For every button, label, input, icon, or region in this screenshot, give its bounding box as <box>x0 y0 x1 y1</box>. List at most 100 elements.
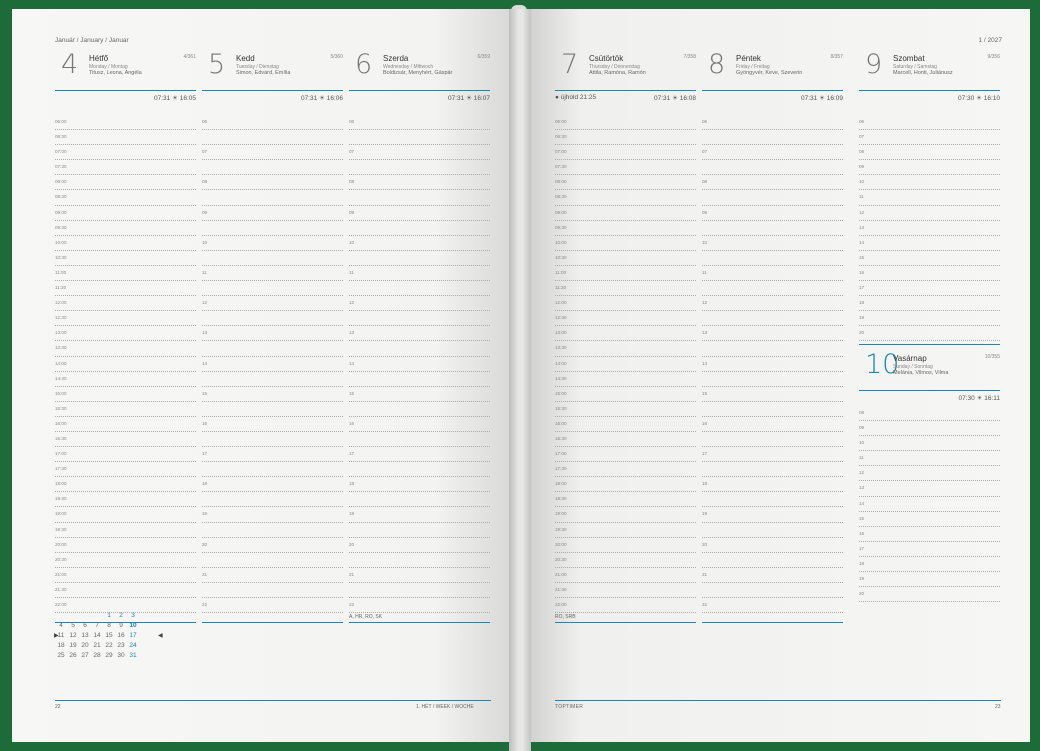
calendar-day: 12 <box>69 632 77 639</box>
time-slot: 18 <box>859 557 1000 573</box>
time-slot <box>702 190 843 206</box>
time-label: 21 <box>349 571 355 577</box>
time-label: 20:00 <box>555 541 567 547</box>
time-slot <box>702 311 843 327</box>
time-slot: 14:00 <box>555 357 696 372</box>
time-slot: 08 <box>202 175 343 191</box>
time-slot: 08 <box>349 175 490 191</box>
time-label: 17:00 <box>555 451 567 457</box>
day-number: 5 <box>208 49 226 80</box>
time-label: 12:30 <box>555 315 567 321</box>
time-label: 10 <box>349 239 355 245</box>
time-slot: 06 <box>349 115 490 131</box>
time-slot: 09 <box>702 206 843 221</box>
time-label: 21 <box>202 571 208 577</box>
time-slot: 19 <box>859 572 1000 588</box>
time-slot: 19 <box>702 507 843 523</box>
time-slot: 13 <box>349 326 490 342</box>
time-slots: 06 07 08 09 10 11 12 13 14 15 16 17 18 19 20 21 22 <box>349 115 490 614</box>
time-slot <box>702 432 843 448</box>
day-name: Vasárnap <box>893 354 927 363</box>
time-slot: 09:30 <box>555 221 696 236</box>
time-slot: 17 <box>859 542 1000 557</box>
time-label: 16 <box>349 420 355 426</box>
calendar-day: 3 <box>131 612 135 619</box>
time-slot: 10:00 <box>555 236 696 251</box>
time-slot: 12:00 <box>555 296 696 312</box>
time-label: 12 <box>202 300 208 306</box>
time-label: 21:00 <box>555 571 567 577</box>
calendar-week-row: 18 19 20 21 22 23 24 <box>55 642 139 652</box>
time-slot: 08:30 <box>555 190 696 206</box>
time-label: 06:00 <box>55 119 67 124</box>
time-slot <box>349 130 490 146</box>
time-slot: 21:30 <box>55 583 196 598</box>
time-label: 09:30 <box>55 224 67 230</box>
time-label: 14:00 <box>55 360 67 366</box>
time-label: 09 <box>859 164 865 170</box>
time-slots: 06 07 08 09 10 11 12 13 14 15 16 17 18 19 20 21 22 <box>702 115 843 614</box>
day-number: 9 <box>865 49 883 80</box>
time-label: 22 <box>349 602 355 607</box>
time-slot: 08:30 <box>55 190 196 206</box>
time-slot <box>202 221 343 236</box>
calendar-day: 18 <box>57 642 65 649</box>
time-label: 12 <box>859 209 865 215</box>
time-label: 22:00 <box>555 602 567 607</box>
time-label: 07:30 <box>555 164 567 170</box>
time-slot: 14 <box>859 236 1000 251</box>
time-slot: 06 <box>859 115 1000 131</box>
time-slot: 20:30 <box>55 553 196 568</box>
time-slot: 16 <box>859 266 1000 282</box>
time-slot: 19:30 <box>55 523 196 538</box>
time-label: 10:30 <box>555 254 567 260</box>
time-label: 16 <box>859 530 865 536</box>
time-slot: 18:30 <box>555 492 696 508</box>
brand-logo: TOPTIMER <box>555 704 584 710</box>
time-slot: 12 <box>702 296 843 312</box>
time-label: 09 <box>202 209 208 215</box>
calendar-day: 28 <box>93 652 101 659</box>
time-label: 09 <box>702 209 708 215</box>
time-slot: 19 <box>859 311 1000 327</box>
time-label: 06:00 <box>555 119 567 124</box>
time-label: 14:30 <box>55 375 67 381</box>
right-page-number: 23 <box>995 704 1001 710</box>
time-label: 12:00 <box>555 300 567 306</box>
time-slot: 15 <box>859 512 1000 527</box>
header-line <box>859 90 1000 91</box>
calendar-day: 26 <box>69 652 77 659</box>
mini-calendar: 1 2 3 4 5 6 7 8 9 10 11 12 13 14 15 16 17 18 19 20 21 22 23 24 2… <box>55 612 139 662</box>
time-label: 18 <box>202 481 208 487</box>
time-label: 17 <box>859 285 865 291</box>
time-slot: 08 <box>702 175 843 191</box>
time-label: 20:30 <box>555 556 567 562</box>
time-label: 09 <box>349 209 355 215</box>
time-slot: 13 <box>702 326 843 342</box>
day-name: Kedd <box>236 54 255 63</box>
day-of-year: 9/356 <box>987 54 1000 60</box>
time-label: 06 <box>349 119 355 124</box>
time-label: 10:00 <box>55 239 67 245</box>
header-line <box>349 90 490 91</box>
time-slot: 21 <box>702 568 843 583</box>
time-slot: 08:00 <box>55 175 196 191</box>
time-label: 18:30 <box>55 496 67 502</box>
time-slot: 15:00 <box>555 387 696 402</box>
time-label: 14:30 <box>555 375 567 381</box>
time-slot: 18 <box>702 477 843 493</box>
time-slot: 10 <box>859 175 1000 191</box>
calendar-week-row: 4 5 6 7 8 9 10 <box>55 622 139 632</box>
name-days: Melánia, Vilmos, Vilma <box>893 370 949 376</box>
time-slot <box>702 221 843 236</box>
time-slot: 11:30 <box>555 281 696 297</box>
time-slot: 13 <box>859 221 1000 236</box>
time-slot <box>702 130 843 146</box>
time-slot: 17 <box>702 447 843 463</box>
time-label: 11:00 <box>555 269 567 275</box>
time-label: 10 <box>702 239 708 245</box>
time-slot: 08 <box>859 406 1000 422</box>
time-label: 11:00 <box>55 269 67 275</box>
calendar-week-row: 11 12 13 14 15 16 17 <box>55 632 139 642</box>
time-slot: 16 <box>702 417 843 432</box>
